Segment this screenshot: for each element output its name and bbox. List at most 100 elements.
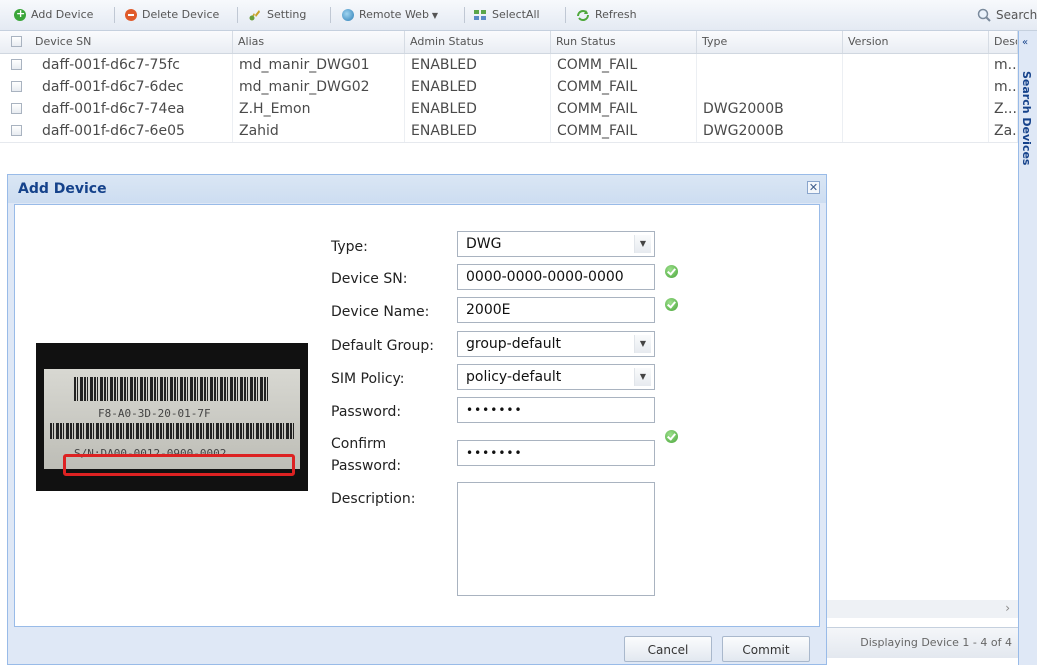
description-label: Description: [331, 491, 416, 507]
chevron-down-icon: ▼ [431, 11, 439, 20]
search-icon [977, 8, 991, 22]
default-group-value: group-default [466, 336, 561, 352]
password-input[interactable]: ••••••• [457, 397, 655, 423]
row-checkbox[interactable] [11, 81, 22, 92]
row-checkbox[interactable] [11, 125, 22, 136]
device-name-input[interactable]: 2000E [457, 297, 655, 323]
chevron-down-icon[interactable]: ▼ [634, 235, 651, 253]
run-status-cell: COMM_FAIL [551, 120, 697, 142]
setting-button[interactable]: Setting [248, 7, 306, 23]
barcode [74, 377, 270, 401]
confirm-password-label-line2: Password: [331, 458, 402, 474]
device-sn-label: Device SN: [331, 271, 408, 287]
search-devices-title: Search Devices [1020, 71, 1033, 166]
column-header-alias[interactable]: Alias [233, 31, 405, 53]
dialog-title: Add Device [18, 181, 107, 197]
type-cell [697, 76, 843, 98]
toolbar-separator [464, 7, 465, 23]
alias-cell: md_manir_DWG01 [233, 54, 405, 76]
run-status-cell: COMM_FAIL [551, 98, 697, 120]
pager: Displaying Device 1 - 4 of 4 [826, 627, 1018, 658]
device-name-label: Device Name: [331, 304, 430, 320]
toolbar: Add Device Delete Device Setting Remote … [0, 0, 1037, 31]
table-row[interactable]: daff-001f-d6c7-6e05 Zahid ENABLED COMM_F… [0, 120, 1018, 143]
chevron-down-icon[interactable]: ▼ [634, 335, 651, 353]
table-row[interactable]: daff-001f-d6c7-6dec md_manir_DWG02 ENABL… [0, 76, 1018, 99]
row-checkbox[interactable] [11, 59, 22, 70]
valid-check-icon [665, 298, 678, 311]
toolbar-separator [330, 7, 331, 23]
refresh-icon [577, 10, 589, 21]
valid-check-icon [665, 265, 678, 278]
table-row[interactable]: daff-001f-d6c7-75fc md_manir_DWG01 ENABL… [0, 54, 1018, 77]
dialog-footer: Cancel Commit [8, 627, 826, 664]
confirm-password-input[interactable]: ••••••• [457, 440, 655, 466]
device-sn-cell: daff-001f-d6c7-74ea [30, 98, 233, 120]
column-header-type[interactable]: Type [697, 31, 843, 53]
table-row[interactable]: daff-001f-d6c7-74ea Z.H_Emon ENABLED COM… [0, 98, 1018, 121]
type-select-value: DWG [466, 236, 502, 252]
device-label-photo: F8-A0-3D-20-01-7F S/N:DA00-0012-0900-000… [36, 343, 308, 491]
description-textarea[interactable] [457, 482, 655, 596]
horizontal-scrollbar[interactable] [826, 600, 1018, 618]
column-header-device-sn[interactable]: Device SN [30, 31, 233, 53]
type-cell: DWG2000B [697, 98, 843, 120]
mac-text: F8-A0-3D-20-01-7F [98, 407, 211, 420]
delete-device-button[interactable]: Delete Device [125, 7, 219, 23]
serial-highlight-box [63, 454, 295, 476]
description-cell: m.. [989, 54, 1018, 76]
commit-button[interactable]: Commit [722, 636, 810, 662]
cancel-button[interactable]: Cancel [624, 636, 712, 662]
type-select[interactable]: DWG ▼ [457, 231, 655, 257]
description-cell: Za.. [989, 120, 1018, 142]
sim-policy-label: SIM Policy: [331, 371, 405, 387]
dialog-header[interactable]: Add Device ✕ [8, 175, 826, 203]
device-sn-cell: daff-001f-d6c7-75fc [30, 54, 233, 76]
admin-status-cell: ENABLED [405, 98, 551, 120]
column-header-version[interactable]: Version [843, 31, 989, 53]
refresh-button[interactable]: Refresh [576, 7, 637, 23]
description-cell: Z... [989, 98, 1018, 120]
version-cell [843, 76, 989, 98]
expand-panel-icon[interactable]: « [1022, 37, 1028, 48]
device-label: F8-A0-3D-20-01-7F S/N:DA00-0012-0900-000… [44, 369, 300, 476]
column-header-run-status[interactable]: Run Status [551, 31, 697, 53]
sim-policy-select[interactable]: policy-default ▼ [457, 364, 655, 390]
delete-icon [125, 9, 137, 21]
version-cell [843, 120, 989, 142]
column-header-admin-status[interactable]: Admin Status [405, 31, 551, 53]
confirm-password-label-line1: Confirm [331, 436, 387, 452]
select-all-checkbox[interactable] [11, 36, 22, 47]
toolbar-separator [237, 7, 238, 23]
row-checkbox[interactable] [11, 103, 22, 114]
admin-status-cell: ENABLED [405, 54, 551, 76]
alias-cell: Zahid [233, 120, 405, 142]
chevron-down-icon[interactable]: ▼ [634, 368, 651, 386]
admin-status-cell: ENABLED [405, 76, 551, 98]
admin-status-cell: ENABLED [405, 120, 551, 142]
globe-icon [342, 9, 354, 21]
column-header-description[interactable]: Desc [989, 31, 1018, 53]
scroll-right-icon[interactable]: › [1005, 601, 1010, 615]
run-status-cell: COMM_FAIL [551, 76, 697, 98]
type-cell: DWG2000B [697, 120, 843, 142]
search-devices-panel[interactable]: « Search Devices [1018, 31, 1037, 665]
add-device-button[interactable]: Add Device [14, 6, 93, 23]
select-all-icon [474, 10, 486, 20]
description-cell: m.. [989, 76, 1018, 98]
alias-cell: Z.H_Emon [233, 98, 405, 120]
remote-web-button[interactable]: Remote Web ▼ [342, 7, 438, 23]
run-status-cell: COMM_FAIL [551, 54, 697, 76]
pager-status: Displaying Device 1 - 4 of 4 [860, 636, 1012, 649]
alias-cell: md_manir_DWG02 [233, 76, 405, 98]
device-sn-input[interactable]: 0000-0000-0000-0000 [457, 264, 655, 290]
password-label: Password: [331, 404, 402, 420]
close-icon[interactable]: ✕ [807, 181, 820, 194]
toolbar-separator [114, 7, 115, 23]
select-all-button[interactable]: SelectAll [473, 7, 540, 23]
search-button[interactable]: Search [977, 7, 1037, 23]
type-cell [697, 54, 843, 76]
default-group-select[interactable]: group-default ▼ [457, 331, 655, 357]
version-cell [843, 54, 989, 76]
sim-policy-value: policy-default [466, 369, 562, 385]
